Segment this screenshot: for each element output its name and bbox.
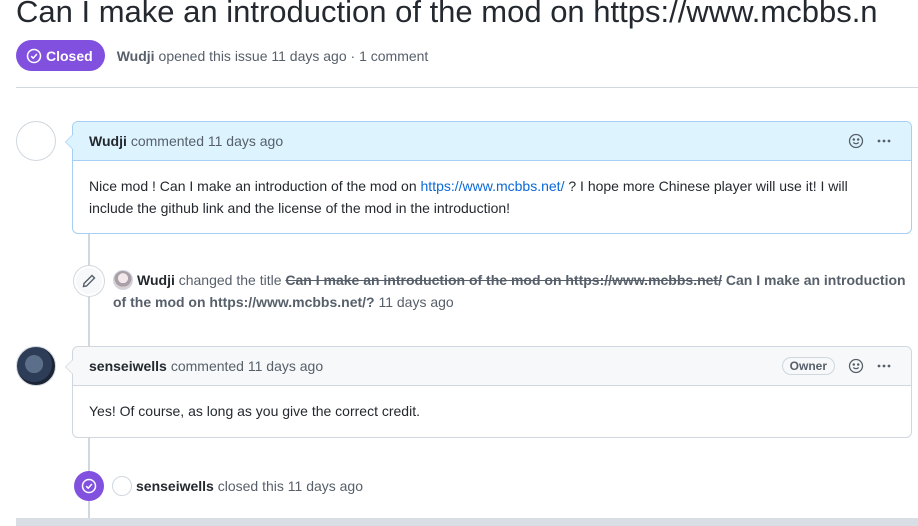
comment: senseiwells commented 11 days ago Owner … xyxy=(65,346,912,438)
comment-body: Nice mod ! Can I make an introduction of… xyxy=(73,161,911,233)
comment-link[interactable]: https://www.mcbbs.net/ xyxy=(421,178,565,194)
bottom-divider xyxy=(16,518,918,526)
issue-closed-icon xyxy=(74,471,104,501)
kebab-horizontal-icon[interactable] xyxy=(873,355,895,377)
comment-header: Wudji commented 11 days ago xyxy=(73,122,911,161)
avatar[interactable] xyxy=(16,346,56,386)
event-action: closed this xyxy=(217,478,284,494)
smiley-icon[interactable] xyxy=(845,355,867,377)
comment-author[interactable]: senseiwells xyxy=(89,358,167,374)
closed-event: senseiwells closed this 11 days ago xyxy=(74,471,363,501)
owner-badge: Owner xyxy=(781,357,835,375)
issue-meta-text: opened this issue 11 days ago · 1 commen… xyxy=(158,47,429,64)
comment-action[interactable]: commented 11 days ago xyxy=(131,133,283,149)
kebab-horizontal-icon[interactable] xyxy=(873,130,895,152)
comment-text: Nice mod ! Can I make an introduction of… xyxy=(89,178,421,194)
state-badge: Closed xyxy=(16,40,105,71)
comment-header: senseiwells commented 11 days ago Owner xyxy=(73,347,911,386)
rename-event: Wudji changed the title Can I make an in… xyxy=(74,266,912,313)
avatar[interactable] xyxy=(16,121,56,161)
pencil-icon xyxy=(74,266,104,296)
comment-author[interactable]: Wudji xyxy=(89,133,127,149)
comment-action[interactable]: commented 11 days ago xyxy=(171,358,323,374)
avatar[interactable] xyxy=(113,270,133,290)
issue-title: Can I make an introduction of the mod on… xyxy=(16,0,878,29)
smiley-icon[interactable] xyxy=(845,130,867,152)
state-label: Closed xyxy=(46,47,93,64)
event-time[interactable]: 11 days ago xyxy=(288,478,363,494)
comment-body: Yes! Of course, as long as you give the … xyxy=(89,403,420,419)
event-action: changed the title xyxy=(178,272,282,288)
header-divider xyxy=(16,87,918,88)
old-title: Can I make an introduction of the mod on… xyxy=(285,272,722,288)
comment: Wudji commented 11 days ago Nice mod ! C… xyxy=(65,121,912,234)
event-actor[interactable]: Wudji xyxy=(137,272,175,288)
event-actor[interactable]: senseiwells xyxy=(136,478,214,494)
avatar[interactable] xyxy=(112,476,132,496)
issue-meta: Closed Wudji opened this issue 11 days a… xyxy=(16,40,428,71)
event-time[interactable]: 11 days ago xyxy=(378,294,453,310)
issue-closed-icon xyxy=(26,48,42,63)
issue-author-link[interactable]: Wudji xyxy=(117,48,155,64)
